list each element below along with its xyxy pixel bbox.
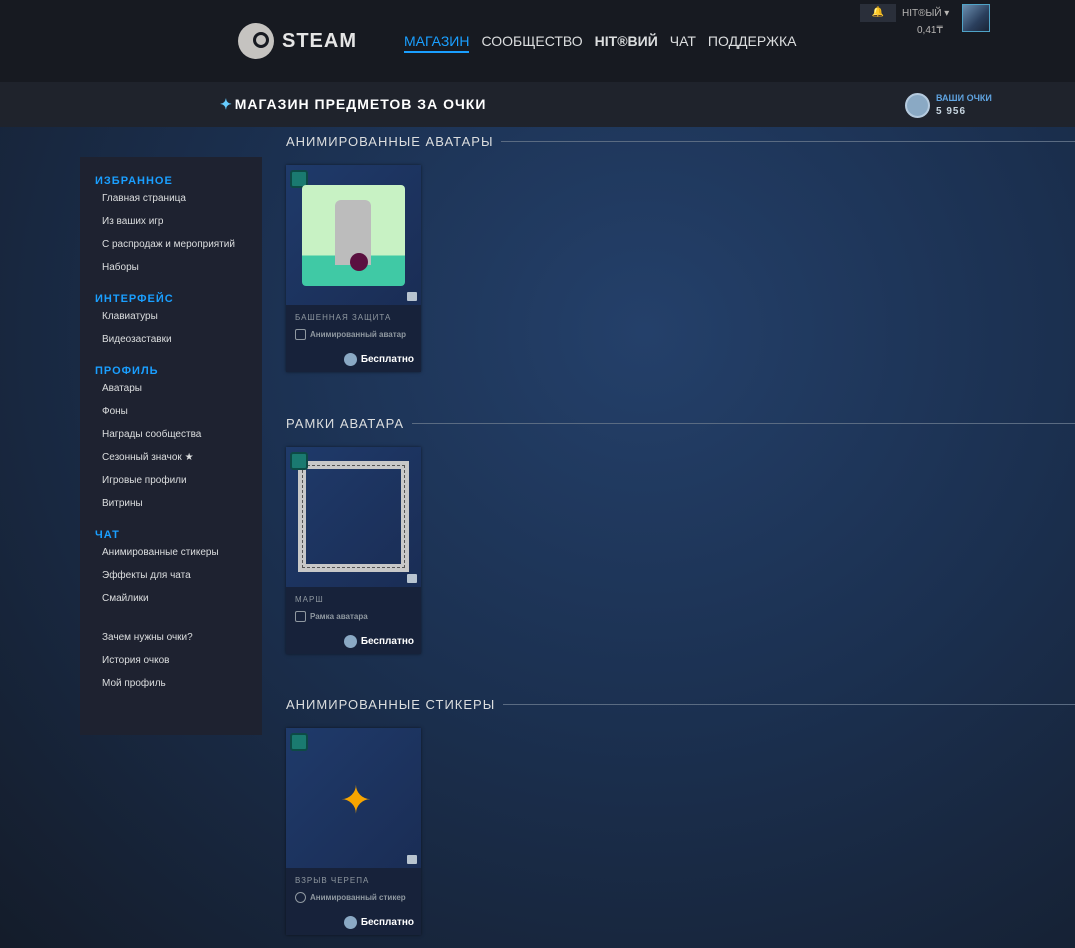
sidebar-item-showcases[interactable]: Витрины bbox=[80, 496, 262, 519]
sidebar-item-from-games[interactable]: Из ваших игр bbox=[80, 214, 262, 237]
points-icon bbox=[343, 635, 357, 648]
points-value: 5 956 bbox=[936, 106, 967, 117]
item-name: БАШЕННАЯ ЗАЩИТА bbox=[295, 313, 392, 322]
item-preview-image bbox=[302, 185, 405, 286]
item-card[interactable]: ✦ ВЗРЫВ ЧЕРЕПА Анимированный стикер Бесп… bbox=[286, 728, 421, 935]
account-menu[interactable]: HIT®ЫЙ ▾ bbox=[902, 8, 949, 19]
section-title: АНИМИРОВАННЫЕ АВАТАРЫ bbox=[286, 134, 1075, 149]
points-icon bbox=[343, 353, 357, 366]
sparkle-icon: ✦ bbox=[220, 96, 233, 112]
video-preview-icon[interactable] bbox=[407, 574, 417, 583]
sidebar-item-avatars[interactable]: Аватары bbox=[80, 381, 262, 404]
sidebar-item-keyboards[interactable]: Клавиатуры bbox=[80, 309, 262, 332]
item-badge-icon bbox=[290, 452, 308, 470]
frame-type-icon bbox=[295, 611, 306, 622]
sparkle-sticker-image: ✦ bbox=[340, 780, 372, 822]
sidebar-item-seasonal-badge[interactable]: Сезонный значок ★ bbox=[80, 450, 262, 473]
sidebar-item-bundles[interactable]: Наборы bbox=[80, 260, 262, 283]
sidebar-item-my-profile[interactable]: Мой профиль bbox=[80, 676, 262, 699]
points-icon bbox=[343, 916, 357, 929]
sidebar-section-title: ЧАТ bbox=[95, 529, 120, 541]
page-title: ✦ МАГАЗИН ПРЕДМЕТОВ ЗА ОЧКИ bbox=[220, 96, 487, 112]
nav-profile[interactable]: HIT®ВИЙ bbox=[595, 33, 658, 53]
points-label: ВАШИ ОЧКИ bbox=[936, 93, 992, 103]
sidebar-section-title: ИЗБРАННОЕ bbox=[95, 175, 173, 187]
item-name: ВЗРЫВ ЧЕРЕПА bbox=[295, 876, 370, 885]
sidebar-item-stickers[interactable]: Анимированные стикеры bbox=[80, 545, 262, 568]
item-preview-image bbox=[298, 461, 409, 572]
sidebar-item-emoticons[interactable]: Смайлики bbox=[80, 591, 262, 614]
sidebar-item-game-profiles[interactable]: Игровые профили bbox=[80, 473, 262, 496]
item-card[interactable]: БАШЕННАЯ ЗАЩИТА Анимированный аватар Бес… bbox=[286, 165, 421, 372]
item-price: Бесплатно bbox=[343, 635, 414, 648]
steam-logo-icon bbox=[238, 23, 274, 59]
points-icon bbox=[905, 93, 930, 118]
nav-chat[interactable]: ЧАТ bbox=[670, 33, 696, 53]
sticker-type-icon bbox=[295, 892, 306, 903]
item-price: Бесплатно bbox=[343, 353, 414, 366]
sidebar: ИЗБРАННОЕ Главная страница Из ваших игр … bbox=[80, 157, 262, 735]
sidebar-item-chat-effects[interactable]: Эффекты для чата bbox=[80, 568, 262, 591]
video-preview-icon[interactable] bbox=[407, 292, 417, 301]
item-price: Бесплатно bbox=[343, 916, 414, 929]
sidebar-item-startup-movies[interactable]: Видеозаставки bbox=[80, 332, 262, 355]
sidebar-section-title: ИНТЕРФЕЙС bbox=[95, 293, 174, 305]
nav-store[interactable]: МАГАЗИН bbox=[404, 33, 470, 53]
section-title: АНИМИРОВАННЫЕ СТИКЕРЫ bbox=[286, 697, 1075, 712]
notifications-bell-icon[interactable]: 🔔 bbox=[860, 4, 896, 22]
steam-logo[interactable]: STEAM bbox=[238, 23, 357, 59]
sidebar-item-awards[interactable]: Награды сообщества bbox=[80, 427, 262, 450]
sidebar-section-title: ПРОФИЛЬ bbox=[95, 365, 159, 377]
sidebar-item-backgrounds[interactable]: Фоны bbox=[80, 404, 262, 427]
sidebar-item-points-history[interactable]: История очков bbox=[80, 653, 262, 676]
item-card[interactable]: МАРШ Рамка аватара Бесплатно bbox=[286, 447, 421, 654]
wallet-balance: 0,41₸ bbox=[917, 25, 943, 36]
sidebar-item-home[interactable]: Главная страница bbox=[80, 191, 262, 214]
nav-support[interactable]: ПОДДЕРЖКА bbox=[708, 33, 797, 53]
video-preview-icon[interactable] bbox=[407, 855, 417, 864]
item-badge-icon bbox=[290, 733, 308, 751]
item-name: МАРШ bbox=[295, 595, 324, 604]
nav-community[interactable]: СООБЩЕСТВО bbox=[481, 33, 582, 53]
sidebar-item-sales-events[interactable]: С распродаж и мероприятий bbox=[80, 237, 262, 260]
main-nav: МАГАЗИН СООБЩЕСТВО HIT®ВИЙ ЧАТ ПОДДЕРЖКА bbox=[404, 33, 796, 53]
top-header: STEAM МАГАЗИН СООБЩЕСТВО HIT®ВИЙ ЧАТ ПОД… bbox=[0, 0, 1075, 82]
section-title: РАМКИ АВАТАРА bbox=[286, 416, 1075, 431]
user-avatar[interactable] bbox=[962, 4, 990, 32]
avatar-type-icon bbox=[295, 329, 306, 340]
sidebar-item-why-points[interactable]: Зачем нужны очки? bbox=[80, 630, 262, 653]
